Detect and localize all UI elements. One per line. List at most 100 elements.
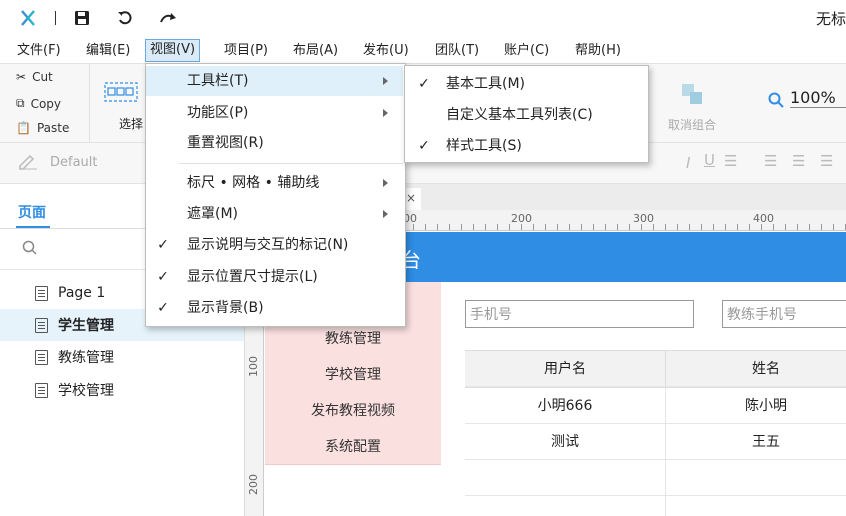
underline-icon[interactable]: U	[704, 151, 715, 169]
view-menu-item-reset[interactable]: 重置视图(R)	[146, 128, 403, 158]
app-logo-icon	[18, 8, 38, 28]
table-cell	[465, 496, 666, 516]
view-menu-item-mask[interactable]: 遮罩(M)	[146, 199, 403, 229]
submenu-arrow-icon	[383, 77, 388, 85]
menu-view[interactable]: 视图(V)	[145, 39, 201, 62]
menu-item-label: 显示说明与交互的标记(N)	[187, 237, 349, 253]
table-cell: 测试	[465, 423, 666, 460]
title-bar: 无标	[0, 0, 846, 36]
italic-icon[interactable]: I	[686, 154, 690, 172]
menu-item-label: 重置视图(R)	[187, 135, 264, 151]
page-label: Page 1	[58, 285, 106, 301]
checkmark-icon: ✓	[157, 269, 169, 285]
list-icon[interactable]: ☰	[724, 152, 737, 170]
ungroup-label: 取消组合	[668, 118, 717, 132]
menu-separator	[179, 163, 403, 164]
paste-button[interactable]: 📋 Paste	[16, 121, 69, 135]
menu-item-label: 显示背景(B)	[187, 300, 264, 316]
toolbar-divider	[89, 64, 90, 142]
page-icon	[35, 317, 48, 333]
checkmark-icon: ✓	[418, 138, 430, 154]
menu-account[interactable]: 账户(C)	[500, 41, 553, 61]
redo-icon[interactable]	[158, 8, 178, 28]
table-cell	[465, 459, 666, 496]
coach-phone-input[interactable]: 教练手机号	[722, 300, 846, 328]
submenu-item-basic-tools[interactable]: ✓ 基本工具(M)	[405, 69, 646, 99]
save-icon[interactable]	[72, 8, 92, 28]
table-header-cell: 用户名	[465, 350, 666, 387]
nav-item-school[interactable]: 学校管理	[265, 356, 441, 393]
menu-layout[interactable]: 布局(A)	[289, 41, 342, 61]
view-menu-item-show-size[interactable]: ✓ 显示位置尺寸提示(L)	[146, 262, 403, 292]
page-label: 学生管理	[58, 318, 114, 334]
copy-icon: ⧉	[16, 96, 25, 110]
table-header-cell: 姓名	[666, 350, 846, 387]
table-cell: 陈小明	[666, 387, 846, 424]
menu-file[interactable]: 文件(F)	[13, 41, 65, 61]
menu-item-label: 显示位置尺寸提示(L)	[187, 269, 318, 285]
submenu-item-style-tools[interactable]: ✓ 样式工具(S)	[405, 131, 646, 161]
ruler-tick-label: 100	[247, 356, 260, 377]
clipboard-icon: 📋	[16, 121, 31, 135]
menu-item-label: 工具栏(T)	[187, 73, 249, 89]
table-cell: 王五	[666, 423, 846, 460]
style-edit-icon[interactable]	[18, 154, 38, 174]
menu-publish[interactable]: 发布(U)	[359, 41, 413, 61]
zoom-search-icon	[768, 92, 784, 112]
paste-label: Paste	[36, 121, 70, 135]
menu-bar: 文件(F) 编辑(E) 视图(V) 项目(P) 布局(A) 发布(U) 团队(T…	[0, 37, 846, 64]
title-separator	[55, 11, 56, 25]
view-menu-item-ribbon[interactable]: 功能区(P)	[146, 98, 403, 128]
align-left-icon[interactable]: ☰	[764, 152, 777, 170]
page-icon	[35, 382, 48, 398]
ruler-tick-label: 200	[247, 474, 260, 495]
submenu-item-custom-tools[interactable]: 自定义基本工具列表(C)	[405, 100, 646, 130]
checkmark-icon: ✓	[157, 237, 169, 253]
select-tool-label: 选择	[119, 117, 144, 131]
cut-label: Cut	[32, 70, 53, 84]
menu-item-label: 基本工具(M)	[446, 76, 526, 92]
menu-item-label: 遮罩(M)	[187, 206, 239, 222]
page-item-school[interactable]: 学校管理	[0, 374, 244, 406]
table-cell: 小明666	[465, 387, 666, 424]
cut-button[interactable]: ✂ Cut	[16, 70, 53, 84]
menu-item-label: 功能区(P)	[187, 105, 249, 121]
select-tool-icon[interactable]	[104, 82, 138, 106]
nav-item-publish-video[interactable]: 发布教程视频	[265, 392, 441, 429]
undo-icon[interactable]	[115, 8, 135, 28]
menu-project[interactable]: 项目(P)	[220, 41, 272, 61]
window-title: 无标	[815, 10, 846, 28]
ungroup-icon	[680, 82, 704, 110]
nav-item-config[interactable]: 系统配置	[265, 428, 441, 465]
view-menu-item-rulers[interactable]: 标尺 • 网格 • 辅助线	[146, 168, 403, 198]
copy-label: Copy	[30, 96, 62, 111]
page-label: 教练管理	[58, 350, 114, 366]
view-menu-item-show-background[interactable]: ✓ 显示背景(B)	[146, 293, 403, 323]
menu-item-label: 样式工具(S)	[446, 138, 522, 154]
page-label: 学校管理	[58, 383, 114, 399]
submenu-arrow-icon	[383, 210, 388, 218]
table-cell	[666, 459, 846, 496]
menu-edit[interactable]: 编辑(E)	[82, 41, 134, 61]
tab-pages[interactable]: 页面	[18, 202, 46, 222]
menu-help[interactable]: 帮助(H)	[571, 41, 625, 61]
submenu-arrow-icon	[383, 109, 388, 117]
phone-input[interactable]: 手机号	[465, 300, 694, 328]
view-menu-dropdown: 工具栏(T) 功能区(P) 重置视图(R) 标尺 • 网格 • 辅助线 遮罩(M…	[145, 63, 406, 327]
copy-button[interactable]: ⧉ Copy	[16, 96, 61, 111]
checkmark-icon: ✓	[418, 76, 430, 92]
submenu-arrow-icon	[383, 179, 388, 187]
menu-item-label: 自定义基本工具列表(C)	[446, 107, 593, 123]
zoom-input[interactable]: 100%	[790, 88, 846, 108]
page-search-icon[interactable]	[22, 240, 38, 260]
scissors-icon: ✂	[16, 70, 27, 84]
page-item-coach[interactable]: 教练管理	[0, 341, 244, 373]
menu-item-label: 标尺 • 网格 • 辅助线	[187, 175, 320, 191]
align-right-icon[interactable]: ☰	[820, 152, 833, 170]
view-menu-item-toolbar[interactable]: 工具栏(T)	[146, 66, 403, 96]
style-name-select[interactable]: Default	[50, 155, 98, 170]
page-icon	[35, 349, 48, 365]
align-center-icon[interactable]: ☰	[792, 152, 805, 170]
view-menu-item-show-notes[interactable]: ✓ 显示说明与交互的标记(N)	[146, 230, 403, 260]
menu-team[interactable]: 团队(T)	[431, 41, 483, 61]
